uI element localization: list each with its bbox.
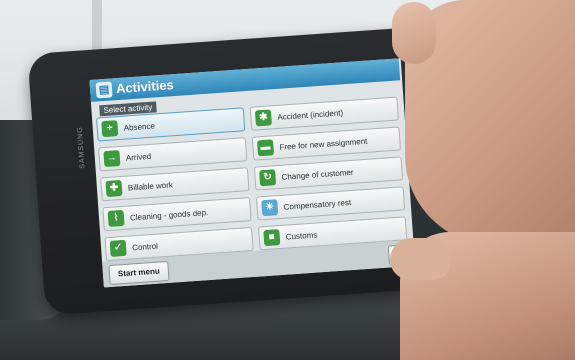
activity-label: Free for new assignment [279, 136, 368, 152]
start-menu-button[interactable]: Start menu [108, 260, 170, 286]
activity-label: Billable work [127, 179, 174, 193]
clipboard-icon: ▤ [95, 81, 113, 99]
activity-label: Customs [285, 229, 318, 242]
customs-icon: ■ [263, 229, 281, 247]
arrive-icon: → [103, 150, 121, 168]
sun-icon: ☀ [261, 199, 279, 217]
gear-icon: ✱ [254, 109, 272, 127]
activity-label: Compensatory rest [283, 197, 352, 212]
activity-label: Absence [123, 121, 156, 133]
activity-label: Arrived [125, 151, 152, 163]
plus-person-icon: + [101, 120, 119, 138]
check-icon: ✓ [109, 239, 127, 257]
activity-label: Control [131, 241, 159, 252]
activity-accident[interactable]: ✱ Accident (incident) [249, 96, 399, 131]
activity-cleaning[interactable]: ⌇ Cleaning - goods dep. [102, 197, 252, 232]
activity-label: Change of customer [281, 167, 354, 182]
index-fingertip [390, 238, 450, 280]
activity-arrived[interactable]: → Arrived [98, 137, 248, 172]
title-bar: ▤ Activities [89, 58, 401, 102]
broom-icon: ⌇ [107, 209, 125, 227]
right-thumb [392, 2, 436, 64]
activity-label: Cleaning - goods dep. [129, 207, 209, 222]
page-title: Activities [115, 77, 175, 97]
device-brand: SAMSUNG [76, 126, 87, 169]
swap-icon: ↻ [259, 169, 277, 187]
bed-icon: ▬ [256, 139, 275, 157]
tools-icon: ✚ [105, 179, 123, 198]
activity-change-customer[interactable]: ↻ Change of customer [253, 156, 404, 191]
activity-free[interactable]: ▬ Free for new assignment [251, 126, 402, 161]
activity-grid: + Absence ✱ Accident (incident) → Arrive… [96, 96, 409, 262]
activity-compensatory-rest[interactable]: ☀ Compensatory rest [255, 186, 406, 221]
activity-label: Accident (incident) [277, 107, 344, 122]
activity-billable-work[interactable]: ✚ Billable work [100, 167, 250, 202]
